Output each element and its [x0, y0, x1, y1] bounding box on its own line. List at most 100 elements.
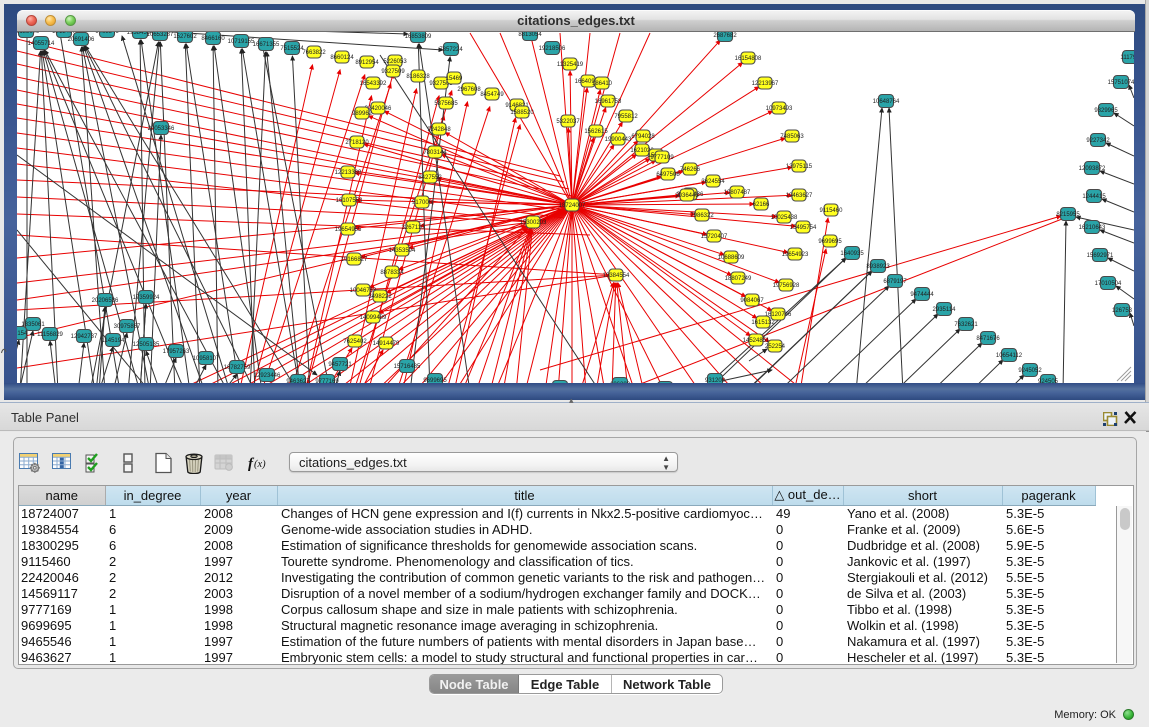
svg-text:746266: 746266 — [680, 167, 701, 173]
svg-text:7857224: 7857224 — [439, 47, 463, 53]
svg-text:1244415: 1244415 — [1082, 194, 1106, 200]
svg-text:1562615: 1562615 — [584, 129, 608, 135]
svg-text:15495754: 15495754 — [790, 225, 817, 231]
svg-text:19756928: 19756928 — [773, 283, 800, 289]
svg-text:9329965: 9329965 — [1094, 108, 1118, 114]
svg-text:7632621: 7632621 — [954, 322, 978, 328]
svg-text:1588520: 1588520 — [510, 110, 534, 116]
svg-text:2935114: 2935114 — [933, 307, 957, 313]
svg-text:8215955: 8215955 — [1056, 212, 1080, 218]
svg-text:2718120: 2718120 — [345, 140, 369, 146]
svg-text:12213967: 12213967 — [752, 81, 779, 87]
svg-text:9457721: 9457721 — [328, 362, 352, 368]
svg-text:111796: 111796 — [1120, 55, 1134, 61]
svg-text:8454749: 8454749 — [480, 92, 504, 98]
svg-text:252254: 252254 — [765, 344, 786, 350]
svg-text:16961758: 16961758 — [595, 99, 622, 105]
svg-text:8878334: 8878334 — [380, 270, 404, 276]
svg-text:19463627: 19463627 — [786, 193, 813, 199]
svg-text:15469: 15469 — [446, 76, 463, 82]
svg-text:16120746: 16120746 — [765, 312, 792, 318]
svg-text:2687682: 2687682 — [713, 33, 737, 39]
svg-text:5322037: 5322037 — [556, 119, 580, 125]
svg-text:9084067: 9084067 — [740, 298, 764, 304]
svg-text:15751074: 15751074 — [1108, 80, 1134, 86]
svg-text:10025438: 10025438 — [771, 215, 798, 221]
svg-text:126753: 126753 — [1112, 308, 1133, 314]
svg-text:15716485: 15716485 — [394, 364, 421, 370]
svg-text:17957263: 17957263 — [163, 349, 190, 355]
svg-text:9699695: 9699695 — [423, 378, 447, 383]
svg-text:16782759: 16782759 — [224, 365, 251, 371]
svg-text:7955812: 7955812 — [614, 114, 638, 120]
svg-text:17010504: 17010504 — [1095, 281, 1122, 287]
svg-text:186289: 186289 — [610, 382, 631, 383]
svg-text:9115460: 9115460 — [820, 208, 844, 214]
svg-text:6879197: 6879197 — [883, 279, 907, 285]
svg-text:9463627: 9463627 — [286, 379, 310, 383]
svg-text:1640935: 1640935 — [840, 251, 864, 257]
svg-text:14055714: 14055714 — [28, 41, 55, 47]
svg-text:10653287: 10653287 — [147, 32, 174, 38]
svg-text:7485063: 7485063 — [780, 134, 804, 140]
svg-text:10973493: 10973493 — [766, 106, 793, 112]
svg-text:2967608: 2967608 — [457, 87, 481, 93]
svg-text:10648764: 10648764 — [873, 99, 900, 105]
svg-text:917006: 917006 — [412, 200, 433, 206]
svg-text:931208: 931208 — [705, 378, 726, 383]
svg-text:20691406: 20691406 — [68, 37, 95, 43]
svg-text:6794028: 6794028 — [631, 134, 655, 140]
svg-text:8813054: 8813054 — [518, 32, 542, 38]
svg-text:10719155: 10719155 — [228, 39, 255, 45]
svg-text:9227342: 9227342 — [1086, 138, 1110, 144]
svg-text:3267110: 3267110 — [402, 225, 426, 231]
svg-text:8427552: 8427552 — [418, 175, 442, 181]
svg-text:15300203: 15300203 — [520, 220, 547, 226]
svg-text:10654112: 10654112 — [996, 353, 1023, 359]
svg-text:14353594: 14353594 — [389, 248, 416, 254]
svg-text:11156829: 11156829 — [37, 332, 63, 338]
svg-text:17359924: 17359924 — [133, 295, 160, 301]
svg-text:6497508: 6497508 — [656, 172, 680, 178]
svg-text:12213389: 12213389 — [335, 170, 362, 176]
svg-text:39154: 39154 — [17, 331, 28, 337]
svg-text:9777109: 9777109 — [650, 155, 674, 161]
svg-text:12923446: 12923446 — [254, 373, 281, 379]
svg-text:989962: 989962 — [352, 111, 373, 117]
svg-text:16154808: 16154808 — [735, 56, 762, 62]
svg-text:2012407: 2012407 — [52, 32, 76, 35]
svg-text:3498222: 3498222 — [368, 294, 392, 300]
svg-text:3624554: 3624554 — [701, 179, 725, 185]
svg-text:8466160: 8466160 — [201, 36, 225, 42]
svg-text:18807249: 18807249 — [725, 276, 752, 282]
svg-text:30975867: 30975867 — [114, 324, 141, 330]
svg-text:10807487: 10807487 — [724, 190, 751, 196]
svg-text:9699695: 9699695 — [818, 239, 842, 245]
svg-text:15720407: 15720407 — [701, 234, 728, 240]
svg-text:1615132: 1615132 — [751, 320, 775, 326]
svg-text:9245052: 9245052 — [1018, 368, 1042, 374]
svg-text:14099489: 14099489 — [360, 315, 387, 321]
svg-text:19218506: 19218506 — [539, 46, 566, 52]
svg-text:5226053: 5226053 — [383, 59, 407, 65]
svg-text:2036443: 2036443 — [675, 193, 699, 199]
svg-text:12942737: 12942737 — [71, 334, 98, 340]
svg-text:16853809: 16853809 — [405, 34, 432, 40]
svg-text:9777169: 9777169 — [315, 379, 339, 383]
svg-text:19384554: 19384554 — [603, 273, 630, 279]
svg-text:19654955: 19654955 — [335, 227, 362, 233]
svg-text:9474444: 9474444 — [910, 292, 934, 298]
svg-text:1527602: 1527602 — [173, 34, 197, 40]
svg-text:10688609: 10688609 — [718, 255, 745, 261]
svg-text:18724007: 18724007 — [559, 203, 586, 209]
svg-text:186410: 186410 — [592, 81, 613, 87]
svg-text:9465546: 9465546 — [95, 32, 119, 35]
svg-text:20053346: 20053346 — [148, 126, 175, 132]
svg-text:14914479: 14914479 — [373, 341, 400, 347]
svg-text:7515524: 7515524 — [280, 46, 304, 52]
svg-text:19166827: 19166827 — [341, 257, 368, 263]
svg-text:8938923: 8938923 — [866, 264, 890, 270]
svg-text:13975115: 13975115 — [786, 164, 813, 170]
svg-text:9242848: 9242848 — [427, 127, 451, 133]
svg-text:1145194: 1145194 — [102, 338, 126, 344]
